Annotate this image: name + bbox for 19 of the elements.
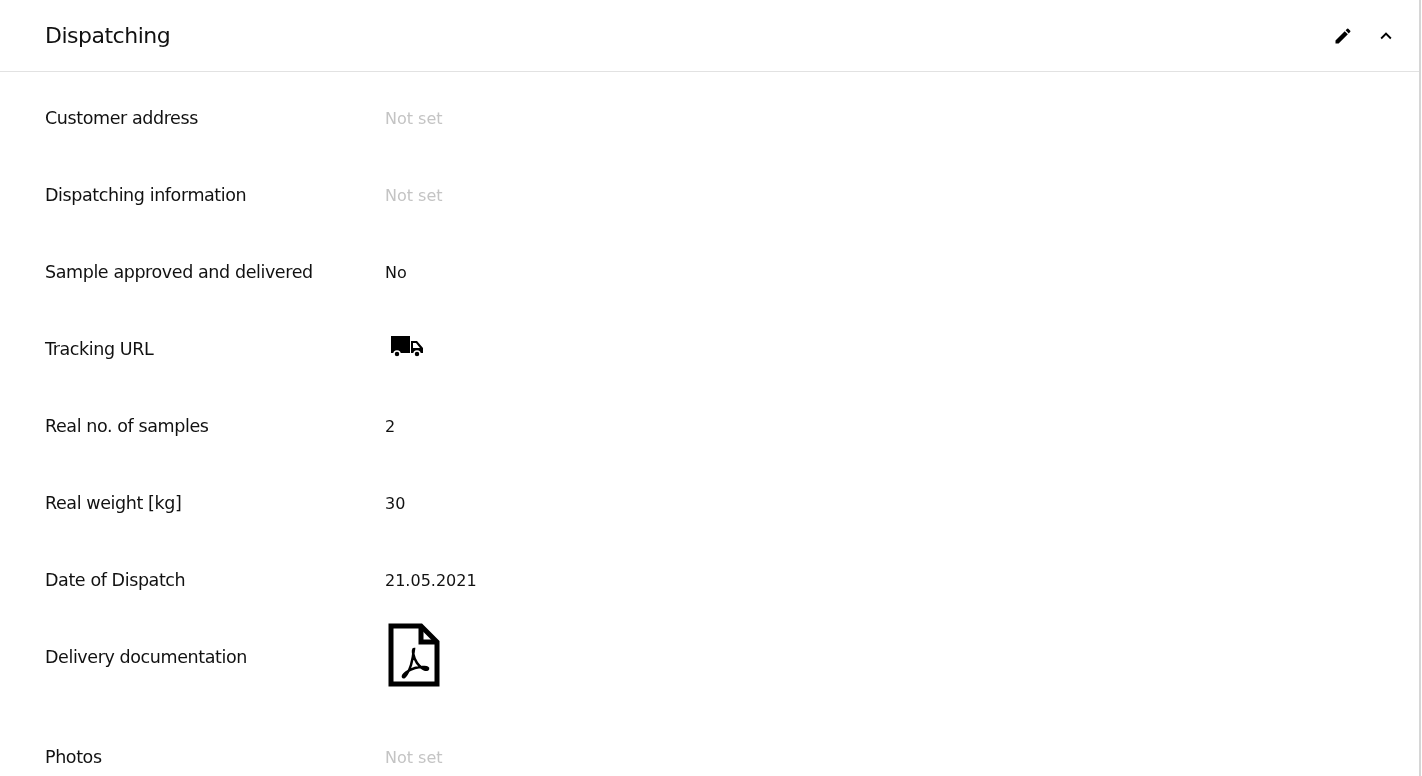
field-value: 30 — [385, 493, 406, 513]
field-label: Tracking URL — [45, 339, 155, 359]
field-value: Not set — [385, 747, 443, 767]
field-value: 2 — [385, 416, 396, 436]
truck-icon[interactable] — [390, 334, 425, 358]
field-label: Real no. of samples — [45, 416, 210, 436]
field-value: Not set — [385, 185, 443, 205]
field-label: Real weight [kg] — [45, 493, 183, 513]
field-value: Not set — [385, 108, 443, 128]
field-label: Dispatching information — [45, 185, 248, 205]
field-label: Date of Dispatch — [45, 570, 187, 590]
field-label: Customer address — [45, 108, 199, 128]
field-value: No — [385, 262, 407, 282]
pdf-file-icon[interactable] — [388, 623, 440, 687]
field-label: Sample approved and delivered — [45, 262, 314, 282]
field-label: Photos — [45, 747, 103, 767]
field-value: 21.05.2021 — [385, 570, 477, 590]
field-label: Delivery documentation — [45, 647, 248, 667]
panel-title: Dispatching — [45, 23, 172, 48]
